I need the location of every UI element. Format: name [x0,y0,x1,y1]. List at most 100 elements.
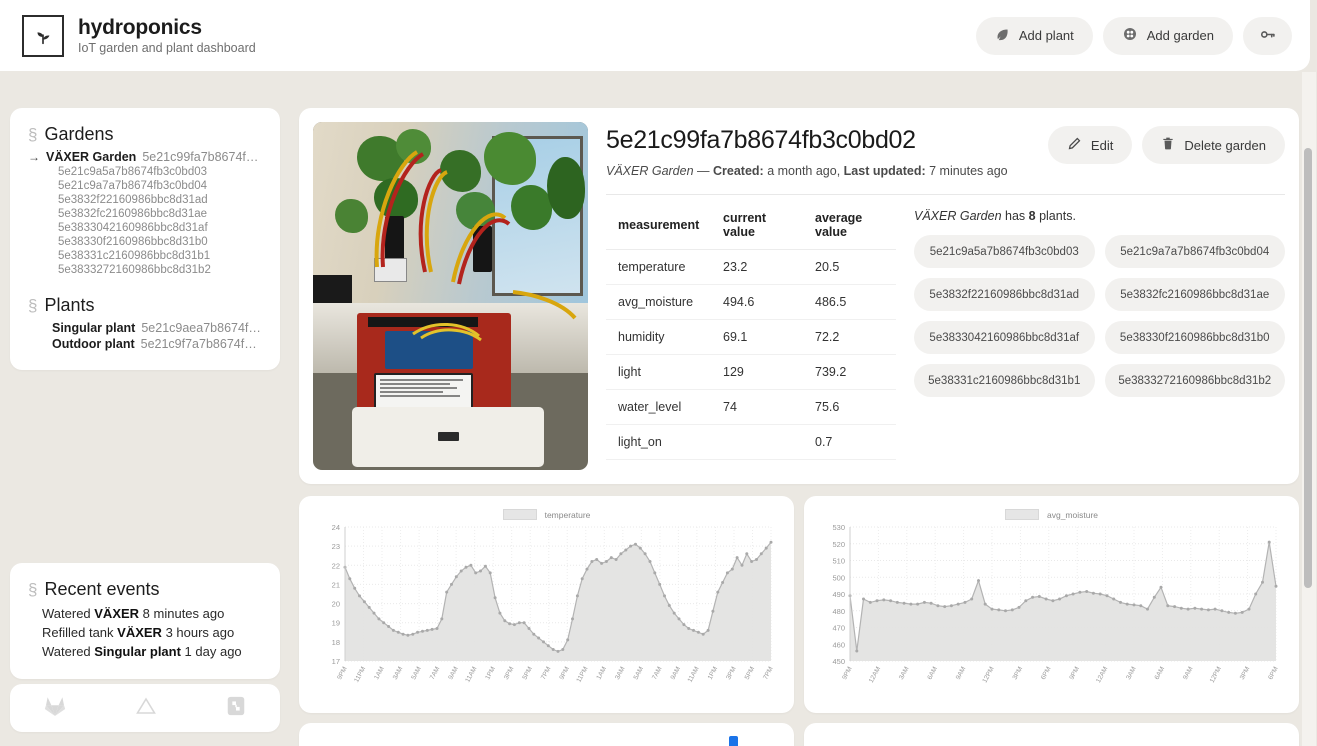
sidebar-footer-links [10,684,280,732]
svg-text:3AM: 3AM [898,666,911,681]
svg-text:1PM: 1PM [484,666,497,681]
svg-text:23: 23 [332,542,340,551]
app-header: hydroponics IoT garden and plant dashboa… [0,0,1310,71]
svg-text:1PM: 1PM [707,666,720,681]
svg-text:12AM: 12AM [868,666,882,685]
sidebar-item-plant[interactable]: Singular plant 5e21c9aea7b8674fb… [28,320,262,336]
svg-text:12AM: 12AM [1095,666,1109,685]
charts-row-bottom [299,723,1299,746]
add-garden-button[interactable]: Add garden [1102,16,1233,55]
svg-text:9PM: 9PM [1068,666,1081,681]
svg-text:5PM: 5PM [521,666,534,681]
svg-text:12PM: 12PM [981,666,995,685]
plant-chip[interactable]: 5e21c9a7a7b8674fb3c0bd04 [1104,235,1285,268]
add-plant-button[interactable]: Add plant [975,16,1093,55]
svg-text:9AM: 9AM [670,666,683,681]
table-row: water_level 74 75.6 [606,389,896,425]
svg-text:6PM: 6PM [1040,666,1053,681]
cell-measurement: avg_moisture [606,284,711,320]
svg-text:19: 19 [332,619,340,628]
avg-moisture-chart-card: avg_moisture 450 460 470 480 490 500 510 520 530… [804,496,1299,713]
delete-garden-button[interactable]: Delete garden [1142,126,1285,164]
page-title: hydroponics [78,15,202,39]
brand: hydroponics IoT garden and plant dashboa… [22,14,256,57]
svg-text:450: 450 [832,657,845,666]
svg-text:17: 17 [332,657,340,666]
list-item[interactable]: 5e3833042160986bbc8d31af [28,221,262,235]
cell-average: 486.5 [803,284,896,320]
selected-garden-id: 5e21c99fa7b8674f… [142,150,259,164]
add-garden-label: Add garden [1146,28,1214,43]
selected-garden-name: VÄXER Garden [46,150,137,164]
plant-chip[interactable]: 5e38331c2160986bbc8d31b1 [914,364,1095,397]
garden-id-title: 5e21c99fa7b8674fb3c0bd02 [606,126,916,154]
svg-text:9PM: 9PM [558,666,571,681]
plant-chip[interactable]: 5e38330f2160986bbc8d31b0 [1104,321,1285,354]
cell-current: 129 [711,354,803,390]
sidebar-item-plant[interactable]: Outdoor plant 5e21c9f7a7b8674fb… [28,336,262,352]
cell-average: 20.5 [803,249,896,285]
section-marker-icon: § [28,125,38,144]
svg-text:24: 24 [332,523,340,532]
garden-detail-body: 5e21c99fa7b8674fb3c0bd02 VÄXER Garden — … [606,122,1285,470]
square-node-icon[interactable] [225,695,247,722]
svg-text:18: 18 [332,638,340,647]
trash-icon [1161,136,1175,154]
legend-swatch [1004,509,1039,520]
plant-chip[interactable]: 5e3832f22160986bbc8d31ad [914,278,1095,311]
svg-text:480: 480 [832,607,845,616]
list-item[interactable]: 5e21c9a7a7b8674fb3c0bd04 [28,179,262,193]
svg-text:5AM: 5AM [410,666,423,681]
svg-text:470: 470 [832,624,845,633]
triangle-icon[interactable] [134,694,158,723]
edit-label: Edit [1090,137,1114,153]
svg-text:21: 21 [332,580,340,589]
svg-text:11PM: 11PM [576,666,590,684]
list-item[interactable]: 5e3832f22160986bbc8d31ad [28,193,262,207]
edit-button[interactable]: Edit [1047,126,1133,164]
svg-text:3PM: 3PM [1012,666,1025,681]
plant-chip-grid: 5e21c9a5a7b8674fb3c0bd03 5e21c9a7a7b8674… [914,235,1285,397]
svg-text:510: 510 [832,557,845,566]
svg-text:7AM: 7AM [651,666,664,681]
arrow-right-icon: → [28,150,40,164]
svg-text:5AM: 5AM [633,666,646,681]
plant-chip[interactable]: 5e3833272160986bbc8d31b2 [1104,364,1285,397]
cell-measurement: water_level [606,389,711,425]
list-item[interactable]: 5e3832fc2160986bbc8d31ae [28,207,262,221]
plant-chip[interactable]: 5e3833042160986bbc8d31af [914,321,1095,354]
key-button[interactable] [1243,16,1292,55]
svg-text:3PM: 3PM [1239,666,1252,681]
svg-text:22: 22 [332,561,340,570]
svg-text:9PM: 9PM [841,666,854,681]
page-scrollbar-track[interactable] [1302,72,1316,746]
plant-chip[interactable]: 5e3832fc2160986bbc8d31ae [1104,278,1285,311]
list-item: Watered Singular plant 1 day ago [42,644,242,659]
plant-sprout-icon [22,14,64,57]
list-item: Watered VÄXER 8 minutes ago [42,606,225,621]
leaf-icon [995,27,1010,45]
list-item[interactable]: 5e38330f2160986bbc8d31b0 [28,235,262,249]
cell-measurement: light [606,354,711,390]
sidebar-nav-card: § Gardens → VÄXER Garden 5e21c99fa7b8674… [10,108,280,370]
app-root: hydroponics IoT garden and plant dashboa… [0,0,1317,746]
svg-text:1AM: 1AM [373,666,386,681]
page-scrollbar-thumb[interactable] [1304,148,1312,588]
list-item[interactable]: 5e21c9a5a7b8674fb3c0bd03 [28,165,262,179]
section-marker-icon: § [28,296,38,315]
sidebar-item-selected-garden[interactable]: → VÄXER Garden 5e21c99fa7b8674f… [28,149,262,165]
cell-measurement: humidity [606,319,711,355]
key-icon [1259,26,1276,46]
table-row: humidity 69.1 72.2 [606,319,896,355]
gitlab-icon[interactable] [43,694,67,723]
svg-text:9AM: 9AM [955,666,968,681]
chart-legend: temperature [311,506,782,523]
column-header: measurement [606,199,711,250]
cell-average: 75.6 [803,389,896,425]
plant-chip[interactable]: 5e21c9a5a7b8674fb3c0bd03 [914,235,1095,268]
chart-legend: avg_moisture [816,506,1287,523]
svg-text:11PM: 11PM [353,666,367,684]
list-item[interactable]: 5e38331c2160986bbc8d31b1 [28,249,262,263]
plant-id: 5e21c9aea7b8674fb… [141,321,262,335]
list-item[interactable]: 5e3833272160986bbc8d31b2 [28,263,262,277]
